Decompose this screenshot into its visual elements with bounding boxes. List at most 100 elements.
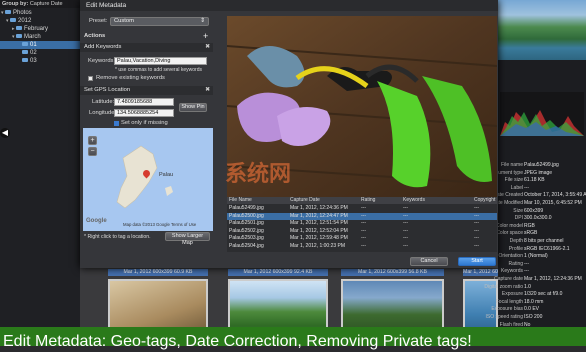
- preset-label: Preset:: [89, 18, 108, 24]
- table-cell: ---: [474, 235, 479, 242]
- table-row[interactable]: Palau52504.jpg Mar 1, 2012, 1:00:23 PM ---…: [227, 243, 497, 250]
- map-logo: Google: [86, 218, 107, 224]
- map-tip: * Right click to tag a location.: [84, 234, 151, 240]
- folder-icon: [16, 34, 22, 39]
- group-by-value[interactable]: Capture Date: [30, 1, 63, 7]
- latitude-input[interactable]: 7.4809185688: [114, 98, 174, 106]
- metadata-key: Keywords: [501, 268, 523, 275]
- folder-icon: [22, 58, 28, 63]
- table-cell: Palau52503.jpg: [229, 235, 264, 242]
- preset-select[interactable]: Custom ⇕: [110, 17, 209, 26]
- metadata-value: Mar 1, 2012, 12:24:36 PM: [524, 276, 582, 282]
- column-header[interactable]: Capture Date: [290, 197, 320, 204]
- file-table: File Name Capture Date Rating Keywords C…: [227, 197, 497, 252]
- close-icon[interactable]: ✖: [205, 43, 210, 52]
- cancel-button[interactable]: Cancel: [410, 257, 448, 266]
- longitude-input[interactable]: 134.5068885254: [114, 109, 174, 117]
- table-cell: Mar 1, 2012, 12:51:54 PM: [290, 220, 348, 227]
- section-title: Add Keywords: [84, 44, 122, 50]
- tree-item-01[interactable]: 01: [0, 41, 80, 49]
- metadata-key: Depth: [509, 238, 523, 244]
- show-pin-button[interactable]: Show Pin: [179, 103, 207, 112]
- longitude-label: Longitude:: [89, 110, 117, 116]
- column-header[interactable]: Keywords: [403, 197, 425, 204]
- table-row[interactable]: Palau52499.jpg Mar 1, 2012, 12:24:36 PM --…: [227, 205, 497, 212]
- tree-item-label: 03: [30, 58, 37, 64]
- thumbnail-caption: Mar 1, 2012 600x363 37.6 KB: [463, 269, 532, 276]
- folder-icon: [16, 26, 22, 31]
- metadata-row: Focal length 18.0 mm: [496, 299, 586, 307]
- close-icon[interactable]: ✖: [205, 86, 210, 95]
- table-cell: ---: [361, 220, 366, 227]
- table-row[interactable]: Palau52503.jpg Mar 1, 2012, 12:59:48 PM --…: [227, 235, 497, 242]
- tree-item-photos[interactable]: ▾ Photos: [1, 9, 32, 17]
- column-header[interactable]: File Name: [229, 197, 252, 204]
- zoom-out-button[interactable]: −: [88, 147, 97, 156]
- table-cell: Mar 1, 2012, 1:00:23 PM: [290, 243, 346, 249]
- zoom-in-button[interactable]: +: [88, 136, 97, 145]
- add-action-icon[interactable]: +: [203, 31, 208, 41]
- previous-arrow-icon[interactable]: ◀: [0, 128, 10, 138]
- remove-keywords-checkbox[interactable]: [88, 76, 93, 81]
- inspector-panel: File name Palau52499.jpg Document type JPEG…: [484, 0, 586, 346]
- metadata-key: Label: [510, 184, 523, 191]
- metadata-key: Capture date: [494, 276, 523, 282]
- metadata-key: ISO speed rating: [485, 314, 523, 320]
- tree-item-02[interactable]: 02: [22, 49, 37, 57]
- metadata-row: Document type JPEG image: [489, 170, 586, 178]
- table-cell: Palau52504.jpg: [229, 243, 264, 249]
- map-footer[interactable]: Map data ©2013 Google Terms of Use: [123, 222, 196, 227]
- histogram-graph: [500, 110, 584, 136]
- map-place-label: Palau: [159, 172, 174, 178]
- metadata-key: Color space: [496, 230, 523, 237]
- metadata-key: Exposure: [501, 291, 523, 298]
- table-cell: Mar 1, 2012, 12:59:48 PM: [290, 235, 348, 242]
- thumbnail-caption: Mar 1, 2012 600x399 92.4 KB: [228, 269, 328, 276]
- metadata-value: 1/320 sec at f/9.0: [524, 291, 563, 298]
- tree-item-label: 01: [30, 42, 37, 48]
- group-by-bar[interactable]: Group by: Capture Date: [0, 0, 80, 8]
- metadata-key: Orientation: [498, 253, 523, 260]
- column-header[interactable]: Copyright: [474, 197, 495, 204]
- table-row[interactable]: Palau52502.jpg Mar 1, 2012, 12:52:04 PM --…: [227, 228, 497, 235]
- tree-item-03[interactable]: 03: [22, 57, 37, 65]
- tree-item-2012[interactable]: ▾ 2012: [6, 17, 31, 25]
- metadata-key: Size: [513, 207, 523, 214]
- sidebar: Group by: Capture Date ▾ Photos ▾ 2012 ▸ Fe…: [0, 0, 80, 346]
- metadata-row: Exposure bias 0.0 EV: [491, 306, 586, 314]
- set-only-if-missing-checkbox[interactable]: [114, 121, 119, 126]
- metadata-value: ---: [524, 184, 529, 191]
- metadata-row: ISO speed rating ISO 200: [485, 314, 586, 322]
- watermark: 系统网: [225, 161, 292, 186]
- metadata-row: Profile sRGB IEC61966-2.1: [498, 246, 586, 254]
- remove-keywords-label: Remove existing keywords: [96, 75, 165, 81]
- table-cell: ---: [361, 243, 366, 249]
- metadata-value: 61.18 KB: [524, 177, 545, 184]
- tree-item-march[interactable]: ▾ March: [12, 33, 41, 41]
- show-larger-map-button[interactable]: Show Larger Map: [165, 232, 210, 246]
- gps-map[interactable]: Palau + − Google Map data ©2013 Google T…: [83, 128, 213, 231]
- metadata-value: 1.0: [524, 283, 531, 290]
- tree-item-label: March: [24, 34, 41, 40]
- table-row[interactable]: Palau52501.jpg Mar 1, 2012, 12:51:54 PM --…: [227, 220, 497, 227]
- metadata-value: RGB: [524, 222, 535, 229]
- metadata-row: Date Modified Mar 10, 2015, 6:45:52 PM: [492, 200, 586, 208]
- folder-icon: [22, 42, 28, 47]
- keywords-label: Keywords:: [88, 58, 116, 64]
- metadata-key: Exposure bias: [491, 306, 523, 313]
- tree-item-february[interactable]: ▸ February: [12, 25, 48, 33]
- table-header: File Name Capture Date Rating Keywords C…: [227, 197, 497, 204]
- start-button[interactable]: Start: [458, 257, 496, 266]
- table-row[interactable]: Palau52500.jpg Mar 1, 2012, 12:24:47 PM --…: [227, 212, 497, 220]
- metadata-row: Rating ---: [498, 261, 586, 269]
- group-by-label: Group by:: [2, 1, 29, 7]
- metadata-key: Digital zoom ratio: [484, 283, 523, 290]
- metadata-key: Rating: [508, 260, 523, 267]
- table-cell: Palau52500.jpg: [229, 212, 264, 219]
- metadata-row: Color space sRGB: [496, 230, 586, 238]
- map-island: [116, 145, 173, 209]
- keywords-input[interactable]: Palau,Vacation,Diving: [114, 57, 207, 65]
- metadata-row: Digital zoom ratio 1.0: [484, 283, 586, 292]
- preset-value: Custom: [114, 18, 134, 24]
- column-header[interactable]: Rating: [361, 197, 375, 204]
